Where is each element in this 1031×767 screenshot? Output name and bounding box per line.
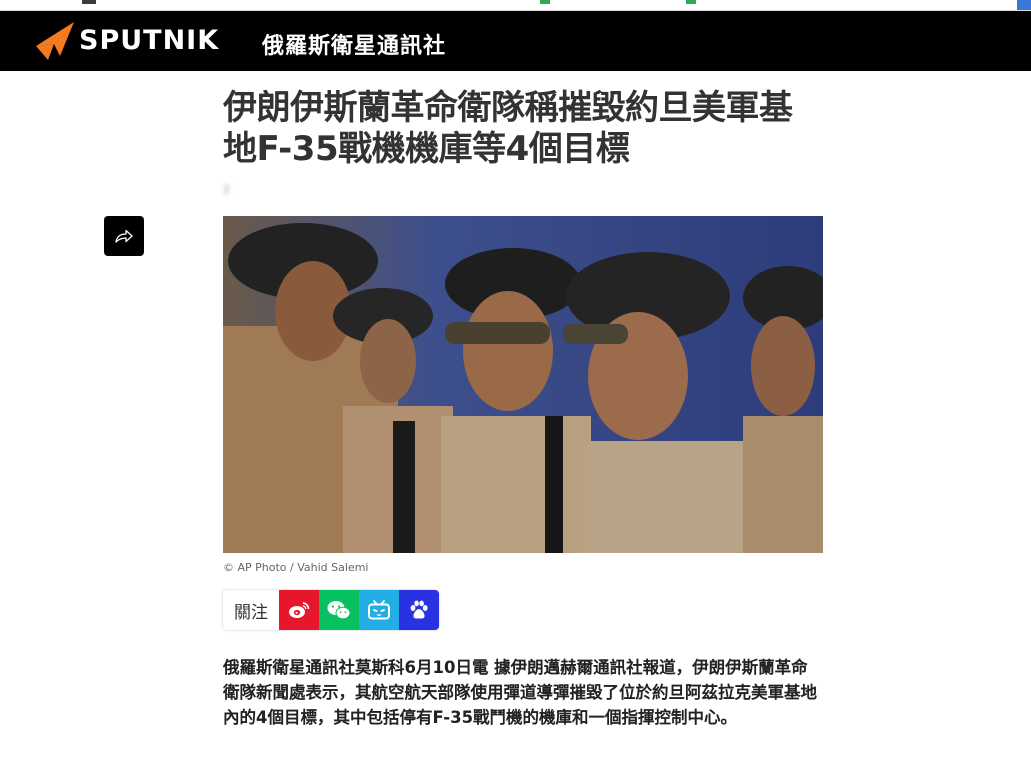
share-button[interactable] [104,216,144,256]
share-arrow-icon [115,229,133,243]
follow-label: 關注 [223,590,279,630]
brand-subtitle[interactable]: 俄羅斯衛星通訊社 [262,28,446,60]
weibo-icon [289,602,310,618]
bilibili-icon [368,600,390,620]
photo-credit: © AP Photo / Vahid Salemi [223,561,369,574]
article-lead-paragraph: 俄羅斯衛星通訊社莫斯科6月10日電 據伊朗邁赫爾通訊社報道，伊朗伊斯蘭革命衛隊新… [223,658,817,727]
brand-wordmark[interactable]: SPUTNIK [79,25,219,56]
site-header: SPUTNIK 俄羅斯衛星通訊社 [0,11,1031,71]
follow-bar: 關注 [223,590,439,630]
article-date: 2 [223,183,230,196]
article-photo [223,216,823,553]
sputnik-logo-icon[interactable] [34,20,76,62]
wechat-icon [327,601,351,620]
weibo-button[interactable] [279,590,319,630]
browser-top-strip [0,0,1031,11]
bilibili-button[interactable] [359,590,399,630]
tab-icon [540,0,550,4]
wechat-button[interactable] [319,590,359,630]
article-title: 伊朗伊斯蘭革命衛隊稱摧毀約旦美軍基地F-35戰機機庫等4個目標 [223,88,793,169]
baidu-paw-icon [410,600,428,619]
window-control[interactable] [1017,0,1031,10]
baidu-button[interactable] [399,590,439,630]
tab-icon [686,0,696,4]
tab-icon [82,0,96,4]
